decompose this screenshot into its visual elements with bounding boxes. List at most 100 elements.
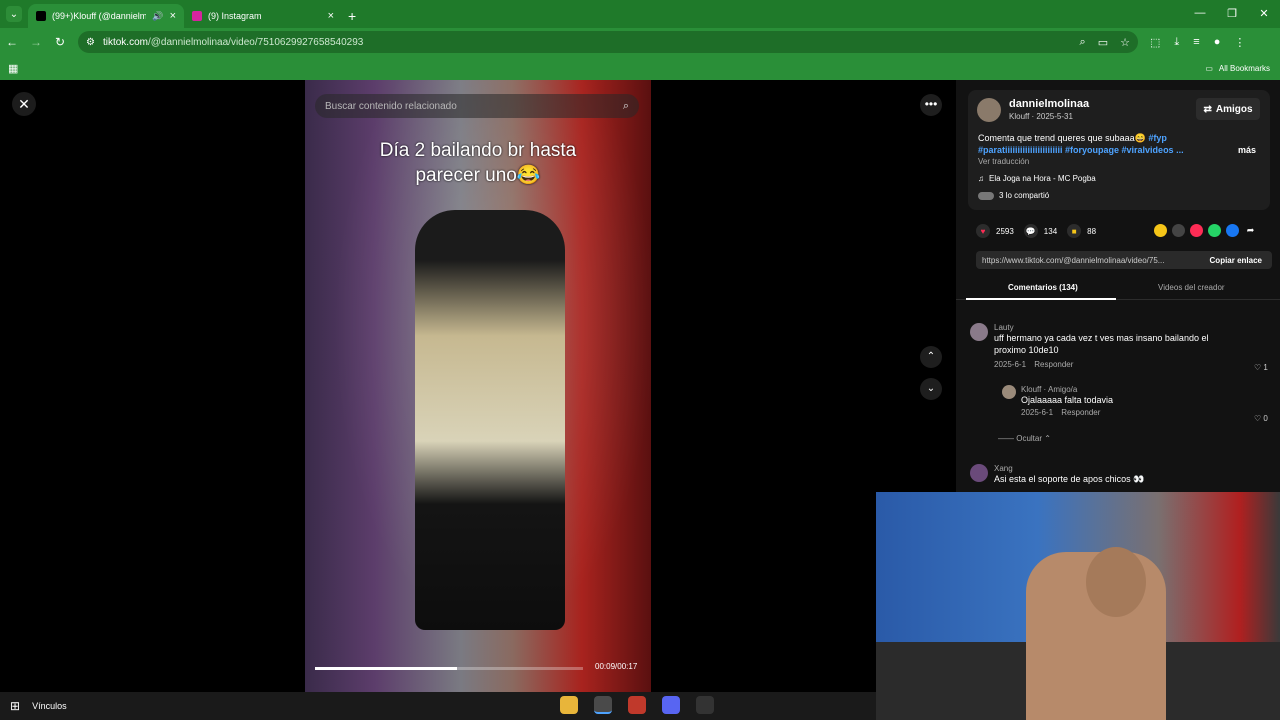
chevron-up-icon: ⌃ xyxy=(1044,434,1051,443)
cast-icon[interactable]: ▭ xyxy=(1098,36,1108,49)
hide-replies-button[interactable]: —— Ocultar ⌃ xyxy=(998,434,1051,443)
reply-button[interactable]: Responder xyxy=(1034,360,1073,369)
creator-meta: Klouff · 2025-5-31 xyxy=(1009,112,1073,121)
close-tab-icon[interactable]: × xyxy=(328,10,334,22)
video-caption: Día 2 bailando br hasta parecer uno😂 xyxy=(305,138,651,188)
chrome-icon[interactable] xyxy=(594,696,612,714)
reply-button[interactable]: Responder xyxy=(1061,408,1100,417)
site-info-icon[interactable]: ⚙ xyxy=(86,37,95,48)
tab-search-button[interactable]: ⌄ xyxy=(6,6,22,22)
all-bookmarks-label: All Bookmarks xyxy=(1218,63,1270,73)
forward-icon[interactable]: → xyxy=(24,35,48,49)
comment-date: 2025-6-1 xyxy=(994,360,1027,369)
new-tab-button[interactable]: + xyxy=(348,8,356,24)
reload-icon[interactable]: ↻ xyxy=(48,35,72,49)
tab-title: (99+)Klouff (@dannielmolinaa) xyxy=(52,11,147,21)
translate-link[interactable]: Ver traducción xyxy=(978,157,1029,166)
video-timecode: 00:09/00:17 xyxy=(595,662,638,671)
minimize-icon[interactable]: — xyxy=(1184,0,1216,26)
bookmarks-bar: ▦ ▭ All Bookmarks xyxy=(0,56,1280,80)
taskbar-links-label[interactable]: Vínculos xyxy=(32,701,67,711)
download-icon[interactable]: ⤓ xyxy=(1174,36,1179,49)
folder-icon: ▭ xyxy=(1205,63,1213,73)
divider-line: —— xyxy=(998,434,1014,443)
tab-title: (9) Instagram xyxy=(208,11,262,21)
next-video-button[interactable]: ⌄ xyxy=(920,378,942,400)
repost-icon[interactable] xyxy=(1190,224,1203,237)
comment-button[interactable]: 💬 134 xyxy=(1023,224,1057,238)
share-url: https://www.tiktok.com/@dannielmolinaa/v… xyxy=(982,255,1165,265)
save-count: 88 xyxy=(1087,226,1097,236)
tab-instagram[interactable]: (9) Instagram × xyxy=(184,4,342,28)
share-arrow-icon[interactable]: ➦ xyxy=(1244,224,1257,237)
close-video-button[interactable]: ✕ xyxy=(12,92,36,116)
comment-date: 2025-6-1 xyxy=(1021,408,1054,417)
window-controls: — ❐ ✕ xyxy=(1184,0,1280,26)
back-icon[interactable]: ← xyxy=(0,35,24,49)
song-link[interactable]: ♫ Ela Joga na Hora - MC Pogba xyxy=(978,174,1096,183)
like-button[interactable]: ♥ 2593 xyxy=(976,224,1014,238)
commenter-name[interactable]: Klouff · Amigo/a xyxy=(1021,385,1221,394)
previous-video-button[interactable]: ⌃ xyxy=(920,346,942,368)
bookmark-icon: ■ xyxy=(1067,224,1082,238)
facebook-icon[interactable] xyxy=(1226,224,1239,237)
creator-card: dannielmolinaa Klouff · 2025-5-31 ⇄ Amig… xyxy=(968,90,1270,210)
discord-icon[interactable] xyxy=(662,696,680,714)
more-text-button[interactable]: más xyxy=(1238,145,1256,155)
whatsapp-icon[interactable] xyxy=(1208,224,1221,237)
creator-avatar[interactable] xyxy=(977,98,1001,122)
apps-grid-icon[interactable]: ▦ xyxy=(8,62,18,75)
related-search-input[interactable]: Buscar contenido relacionado ⌕ xyxy=(315,94,639,118)
all-bookmarks-button[interactable]: ▭ All Bookmarks xyxy=(1205,64,1270,73)
commenter-name[interactable]: Xang xyxy=(994,464,1230,473)
search-icon[interactable]: ⌕ xyxy=(623,100,629,113)
menu-icon[interactable]: ⋮ xyxy=(1234,36,1245,49)
hide-label: Ocultar xyxy=(1016,434,1043,443)
friends-button[interactable]: ⇄ Amigos xyxy=(1196,98,1260,120)
video-progress-bar[interactable] xyxy=(315,667,583,670)
tab-creator-videos[interactable]: Videos del creador xyxy=(1158,283,1225,292)
app-icon[interactable] xyxy=(628,696,646,714)
tab-comments[interactable]: Comentarios (134) xyxy=(1008,283,1078,292)
song-title: Ela Joga na Hora - MC Pogba xyxy=(989,174,1096,183)
bookmark-star-icon[interactable]: ☆ xyxy=(1120,36,1130,49)
creator-username[interactable]: dannielmolinaa xyxy=(1009,98,1089,110)
url-path: /@dannielmolinaa/video/75106299276585402… xyxy=(147,36,364,48)
caption-line: Día 2 bailando br hasta xyxy=(379,140,577,161)
profile-avatar[interactable]: ● xyxy=(1214,36,1221,49)
commenter-avatar[interactable] xyxy=(1002,385,1016,399)
panel-tabs: Comentarios (134) Videos del creador xyxy=(956,278,1280,300)
copy-link-button[interactable]: Copiar enlace xyxy=(1210,256,1262,265)
tab-tiktok[interactable]: (99+)Klouff (@dannielmolinaa) 🔊 × xyxy=(28,4,184,28)
comment-text: Ojalaaaaa falta todavia xyxy=(1021,395,1114,405)
address-bar[interactable]: ⚙ tiktok.com /@dannielmolinaa/video/7510… xyxy=(78,31,1138,53)
comment-like[interactable]: ♡ 0 xyxy=(1254,414,1268,423)
commenter-avatar[interactable] xyxy=(970,323,988,341)
gift-icon[interactable] xyxy=(1154,224,1167,237)
video-player[interactable]: Buscar contenido relacionado ⌕ Día 2 bai… xyxy=(305,80,651,692)
caption-line: parecer uno😂 xyxy=(415,165,541,186)
share-icons: ➦ xyxy=(1154,224,1257,237)
more-options-button[interactable]: ••• xyxy=(920,94,942,116)
save-button[interactable]: ■ 88 xyxy=(1067,224,1096,238)
commenter-name[interactable]: Lauty xyxy=(994,323,1230,332)
shared-avatars xyxy=(978,191,994,200)
windows-taskbar: ⊞ Vínculos xyxy=(0,692,876,720)
comment-text: uff hermano ya cada vez t ves mas insano… xyxy=(994,333,1209,355)
capcut-icon[interactable] xyxy=(696,696,714,714)
extensions-icon[interactable]: ⬚ xyxy=(1150,36,1160,49)
search-placeholder: Buscar contenido relacionado xyxy=(325,100,457,112)
file-explorer-icon[interactable] xyxy=(560,696,578,714)
windows-start-icon[interactable]: ⊞ xyxy=(10,699,20,713)
speaker-icon[interactable]: 🔊 xyxy=(152,11,163,22)
comment-like[interactable]: ♡ 1 xyxy=(1254,363,1268,372)
media-icon[interactable]: ≡ xyxy=(1193,36,1199,49)
embed-icon[interactable] xyxy=(1172,224,1185,237)
commenter-avatar[interactable] xyxy=(970,464,988,482)
restore-icon[interactable]: ❐ xyxy=(1216,0,1248,26)
shared-by[interactable]: 3 lo compartió xyxy=(978,191,1049,200)
close-window-icon[interactable]: ✕ xyxy=(1248,0,1280,26)
zoom-icon[interactable]: ⌕ xyxy=(1080,36,1086,49)
browser-toolbar: ← → ↻ ⚙ tiktok.com /@dannielmolinaa/vide… xyxy=(0,28,1280,56)
close-tab-icon[interactable]: × xyxy=(170,10,176,22)
